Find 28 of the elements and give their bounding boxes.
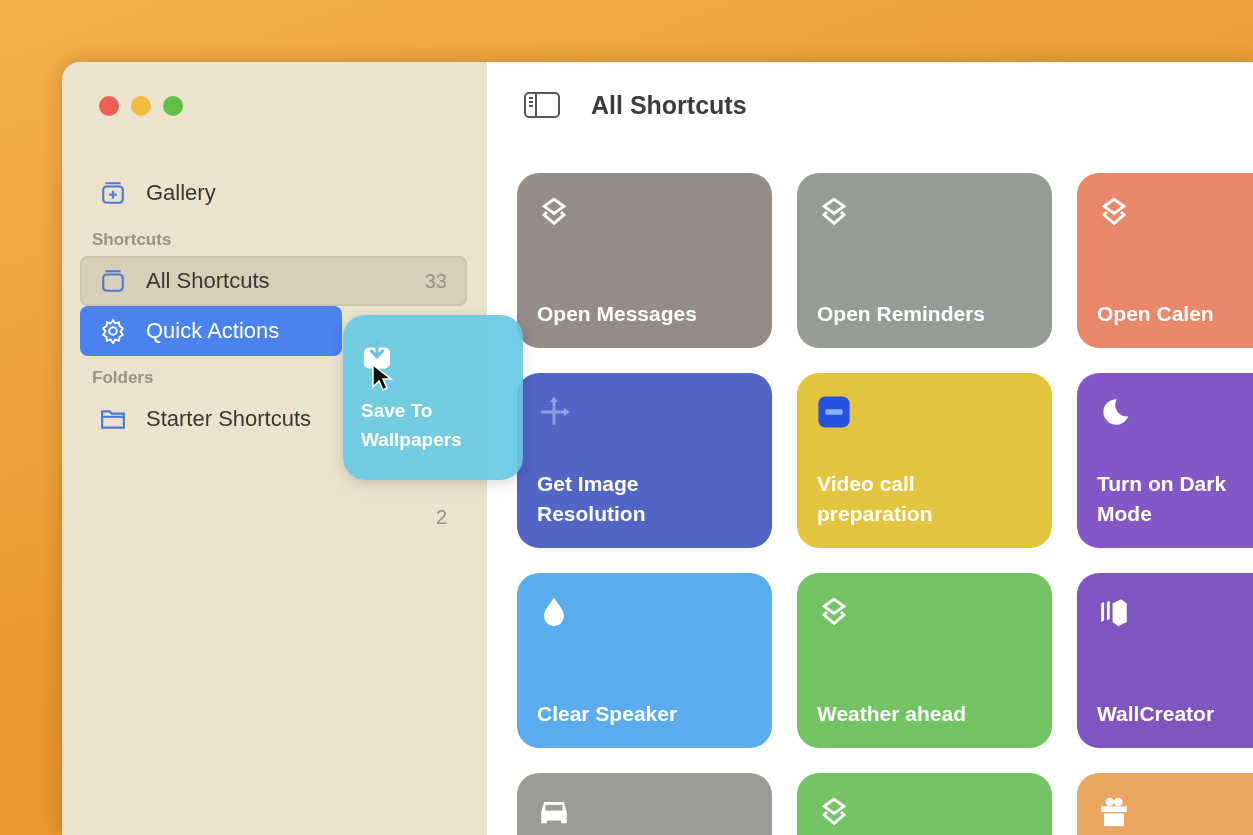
shortcut-tile[interactable]: Turn on Dark Mode bbox=[1077, 373, 1253, 548]
gallery-icon bbox=[100, 180, 126, 206]
shortcut-tile[interactable]: Get Image Resolution bbox=[517, 373, 772, 548]
sidebar-item[interactable]: Gallery bbox=[80, 168, 467, 218]
shortcut-tile[interactable]: Open Calen bbox=[1077, 173, 1253, 348]
shortcut-tile[interactable]: Open Reminders bbox=[797, 173, 1052, 348]
video-app-icon bbox=[817, 395, 851, 429]
section-heading: Folders bbox=[91, 368, 155, 388]
sidebar-item[interactable]: Starter Shortcuts bbox=[80, 394, 342, 444]
sidebar-toggle-icon[interactable] bbox=[523, 90, 561, 120]
tray-icon bbox=[100, 268, 126, 294]
close-button[interactable] bbox=[99, 96, 119, 116]
zoom-button[interactable] bbox=[163, 96, 183, 116]
shortcut-tile[interactable]: Open Messages bbox=[517, 173, 772, 348]
settings-icon bbox=[100, 318, 126, 344]
item-count: 2 bbox=[435, 506, 447, 529]
dragged-shortcut-tile[interactable]: Save To Wallpapers bbox=[343, 315, 523, 480]
section-heading: Shortcuts bbox=[91, 230, 173, 250]
shortcut-tile[interactable]: Weather ahead bbox=[797, 573, 1052, 748]
shortcut-tile[interactable]: WallCreator bbox=[1077, 573, 1253, 748]
window-title: All Shortcuts bbox=[591, 90, 747, 120]
minimize-button[interactable] bbox=[131, 96, 151, 116]
cursor-icon bbox=[371, 363, 393, 393]
sidebar-item[interactable]: All Shortcuts 33 bbox=[80, 256, 467, 306]
sidebar-item[interactable]: Quick Actions bbox=[80, 306, 342, 356]
shortcut-tile[interactable]: Clear Speaker bbox=[517, 573, 772, 748]
item-count: 33 bbox=[424, 269, 447, 293]
download-tray-icon bbox=[361, 337, 393, 371]
